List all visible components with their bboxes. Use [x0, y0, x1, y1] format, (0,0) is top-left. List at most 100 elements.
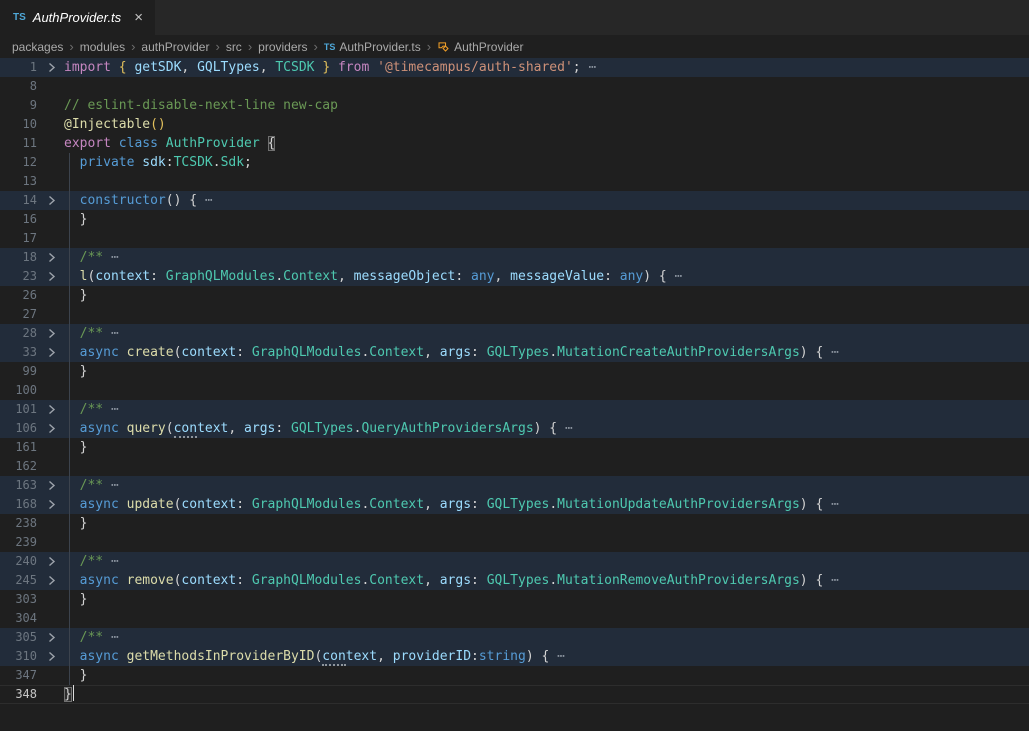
code-line-162[interactable]: 162 — [0, 457, 1029, 476]
code-line-168[interactable]: 168 async update(context: GraphQLModules… — [0, 495, 1029, 514]
fold-chevron-right-icon[interactable] — [38, 400, 64, 419]
line-number[interactable]: 304 — [0, 609, 38, 628]
code-line-18[interactable]: 18 /** ⋯ — [0, 248, 1029, 267]
line-number[interactable]: 163 — [0, 476, 38, 495]
line-number[interactable]: 99 — [0, 362, 38, 381]
code-line-8[interactable]: 8 — [0, 77, 1029, 96]
breadcrumb-item-packages[interactable]: packages — [12, 40, 63, 54]
breadcrumb-item-authprovider-ts[interactable]: TSAuthProvider.ts — [324, 40, 421, 54]
fold-chevron-right-icon[interactable] — [38, 571, 64, 590]
line-number[interactable]: 245 — [0, 571, 38, 590]
fold-gutter-space — [38, 115, 64, 134]
code-text: async getMethodsInProviderByID(context, … — [64, 647, 1029, 666]
fold-chevron-right-icon[interactable] — [38, 647, 64, 666]
code-line-33[interactable]: 33 async create(context: GraphQLModules.… — [0, 343, 1029, 362]
code-line-245[interactable]: 245 async remove(context: GraphQLModules… — [0, 571, 1029, 590]
typescript-file-icon: TS — [324, 42, 336, 52]
tab-authprovider[interactable]: TS AuthProvider.ts × — [0, 0, 155, 35]
code-line-17[interactable]: 17 — [0, 229, 1029, 248]
line-number[interactable]: 240 — [0, 552, 38, 571]
fold-chevron-right-icon[interactable] — [38, 419, 64, 438]
line-number[interactable]: 347 — [0, 666, 38, 685]
code-line-161[interactable]: 161 } — [0, 438, 1029, 457]
fold-chevron-right-icon[interactable] — [38, 324, 64, 343]
fold-chevron-right-icon[interactable] — [38, 552, 64, 571]
code-line-304[interactable]: 304 — [0, 609, 1029, 628]
code-text: export class AuthProvider { — [64, 134, 1029, 153]
line-number[interactable]: 16 — [0, 210, 38, 229]
fold-chevron-right-icon[interactable] — [38, 267, 64, 286]
code-line-310[interactable]: 310 async getMethodsInProviderByID(conte… — [0, 647, 1029, 666]
line-number[interactable]: 12 — [0, 153, 38, 172]
line-number[interactable]: 28 — [0, 324, 38, 343]
code-line-163[interactable]: 163 /** ⋯ — [0, 476, 1029, 495]
breadcrumb-item-src[interactable]: src — [226, 40, 242, 54]
line-number[interactable]: 310 — [0, 647, 38, 666]
line-number[interactable]: 162 — [0, 457, 38, 476]
line-number[interactable]: 9 — [0, 96, 38, 115]
line-number[interactable]: 106 — [0, 419, 38, 438]
line-number[interactable]: 33 — [0, 343, 38, 362]
breadcrumb-item-authprovider[interactable]: AuthProvider — [437, 40, 523, 54]
line-number[interactable]: 14 — [0, 191, 38, 210]
line-number[interactable]: 27 — [0, 305, 38, 324]
code-line-239[interactable]: 239 — [0, 533, 1029, 552]
fold-chevron-right-icon[interactable] — [38, 58, 64, 77]
code-line-100[interactable]: 100 — [0, 381, 1029, 400]
code-line-27[interactable]: 27 — [0, 305, 1029, 324]
line-number[interactable]: 11 — [0, 134, 38, 153]
line-number[interactable]: 168 — [0, 495, 38, 514]
code-line-101[interactable]: 101 /** ⋯ — [0, 400, 1029, 419]
code-line-347[interactable]: 347 } — [0, 666, 1029, 685]
code-editor[interactable]: 1import { getSDK, GQLTypes, TCSDK } from… — [0, 58, 1029, 731]
code-line-26[interactable]: 26 } — [0, 286, 1029, 305]
line-number[interactable]: 161 — [0, 438, 38, 457]
fold-chevron-right-icon[interactable] — [38, 628, 64, 647]
code-line-303[interactable]: 303 } — [0, 590, 1029, 609]
code-line-11[interactable]: 11 export class AuthProvider { — [0, 134, 1029, 153]
fold-chevron-right-icon[interactable] — [38, 248, 64, 267]
breadcrumb-item-authprovider[interactable]: authProvider — [141, 40, 209, 54]
line-number[interactable]: 305 — [0, 628, 38, 647]
line-number[interactable]: 100 — [0, 381, 38, 400]
code-text: async update(context: GraphQLModules.Con… — [64, 495, 1029, 514]
line-number[interactable]: 13 — [0, 172, 38, 191]
breadcrumb-item-providers[interactable]: providers — [258, 40, 307, 54]
code-line-238[interactable]: 238 } — [0, 514, 1029, 533]
code-line-16[interactable]: 16 } — [0, 210, 1029, 229]
code-line-305[interactable]: 305 /** ⋯ — [0, 628, 1029, 647]
line-number[interactable]: 1 — [0, 58, 38, 77]
code-line-10[interactable]: 10@Injectable() — [0, 115, 1029, 134]
line-number[interactable]: 17 — [0, 229, 38, 248]
code-line-14[interactable]: 14 constructor() { ⋯ — [0, 191, 1029, 210]
code-line-240[interactable]: 240 /** ⋯ — [0, 552, 1029, 571]
code-line-28[interactable]: 28 /** ⋯ — [0, 324, 1029, 343]
code-line-348[interactable]: 348} — [0, 685, 1029, 704]
line-number[interactable]: 348 — [0, 685, 38, 704]
code-line-9[interactable]: 9 // eslint-disable-next-line new-cap — [0, 96, 1029, 115]
line-number[interactable]: 303 — [0, 590, 38, 609]
code-line-13[interactable]: 13 — [0, 172, 1029, 191]
fold-gutter-space — [38, 438, 64, 457]
line-number[interactable]: 26 — [0, 286, 38, 305]
fold-chevron-right-icon[interactable] — [38, 476, 64, 495]
breadcrumb-item-modules[interactable]: modules — [80, 40, 125, 54]
line-number[interactable]: 10 — [0, 115, 38, 134]
fold-chevron-right-icon[interactable] — [38, 191, 64, 210]
line-number[interactable]: 101 — [0, 400, 38, 419]
line-number[interactable]: 8 — [0, 77, 38, 96]
fold-gutter-space — [38, 666, 64, 685]
close-icon[interactable]: × — [134, 10, 143, 25]
code-text: // eslint-disable-next-line new-cap — [64, 96, 1029, 115]
line-number[interactable]: 239 — [0, 533, 38, 552]
code-line-12[interactable]: 12 private sdk:TCSDK.Sdk; — [0, 153, 1029, 172]
code-line-99[interactable]: 99 } — [0, 362, 1029, 381]
fold-chevron-right-icon[interactable] — [38, 343, 64, 362]
line-number[interactable]: 18 — [0, 248, 38, 267]
code-line-106[interactable]: 106 async query(context, args: GQLTypes.… — [0, 419, 1029, 438]
line-number[interactable]: 23 — [0, 267, 38, 286]
line-number[interactable]: 238 — [0, 514, 38, 533]
fold-chevron-right-icon[interactable] — [38, 495, 64, 514]
code-line-1[interactable]: 1import { getSDK, GQLTypes, TCSDK } from… — [0, 58, 1029, 77]
code-line-23[interactable]: 23 l(context: GraphQLModules.Context, me… — [0, 267, 1029, 286]
